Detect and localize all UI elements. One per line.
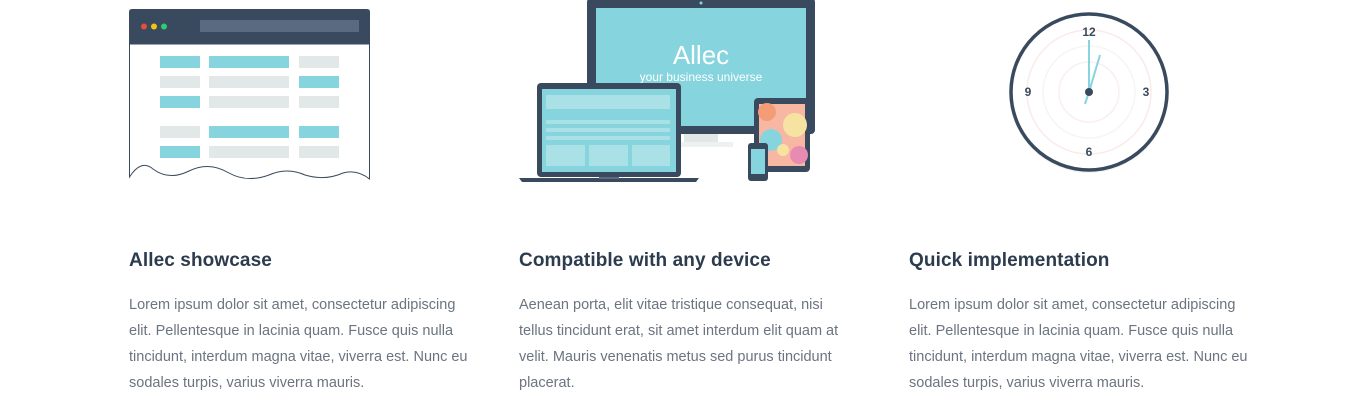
feature-quick: 12 3 6 9 Quick implementation Lorem ipsu…: [909, 0, 1249, 391]
screen-title: Allec: [673, 40, 729, 70]
feature-title: Compatible with any device: [519, 250, 771, 271]
clock-number-3: 3: [1143, 85, 1150, 99]
clock-illustration: 12 3 6 9: [1009, 12, 1169, 173]
clock-icon: 12 3 6 9: [909, 0, 1249, 190]
feature-description: Lorem ipsum dolor sit amet, consectetur …: [129, 297, 468, 391]
devices-illustration: Allec your business universe: [519, 0, 815, 182]
browser-table-icon: [129, 0, 469, 190]
feature-showcase: Allec showcase Lorem ipsum dolor sit ame…: [129, 0, 469, 391]
feature-devices: Allec your business universe Compatible …: [519, 0, 859, 391]
browser-illustration: [129, 9, 370, 181]
devices-icon: Allec your business universe: [519, 0, 859, 190]
clock-number-6: 6: [1086, 145, 1093, 159]
feature-title: Quick implementation: [909, 250, 1110, 271]
feature-description: Aenean porta, elit vitae tristique conse…: [519, 297, 839, 391]
clock-number-9: 9: [1025, 85, 1032, 99]
screen-tagline: your business universe: [640, 70, 763, 84]
feature-title: Allec showcase: [129, 250, 272, 271]
clock-number-12: 12: [1082, 25, 1096, 39]
feature-description: Lorem ipsum dolor sit amet, consectetur …: [909, 297, 1248, 391]
